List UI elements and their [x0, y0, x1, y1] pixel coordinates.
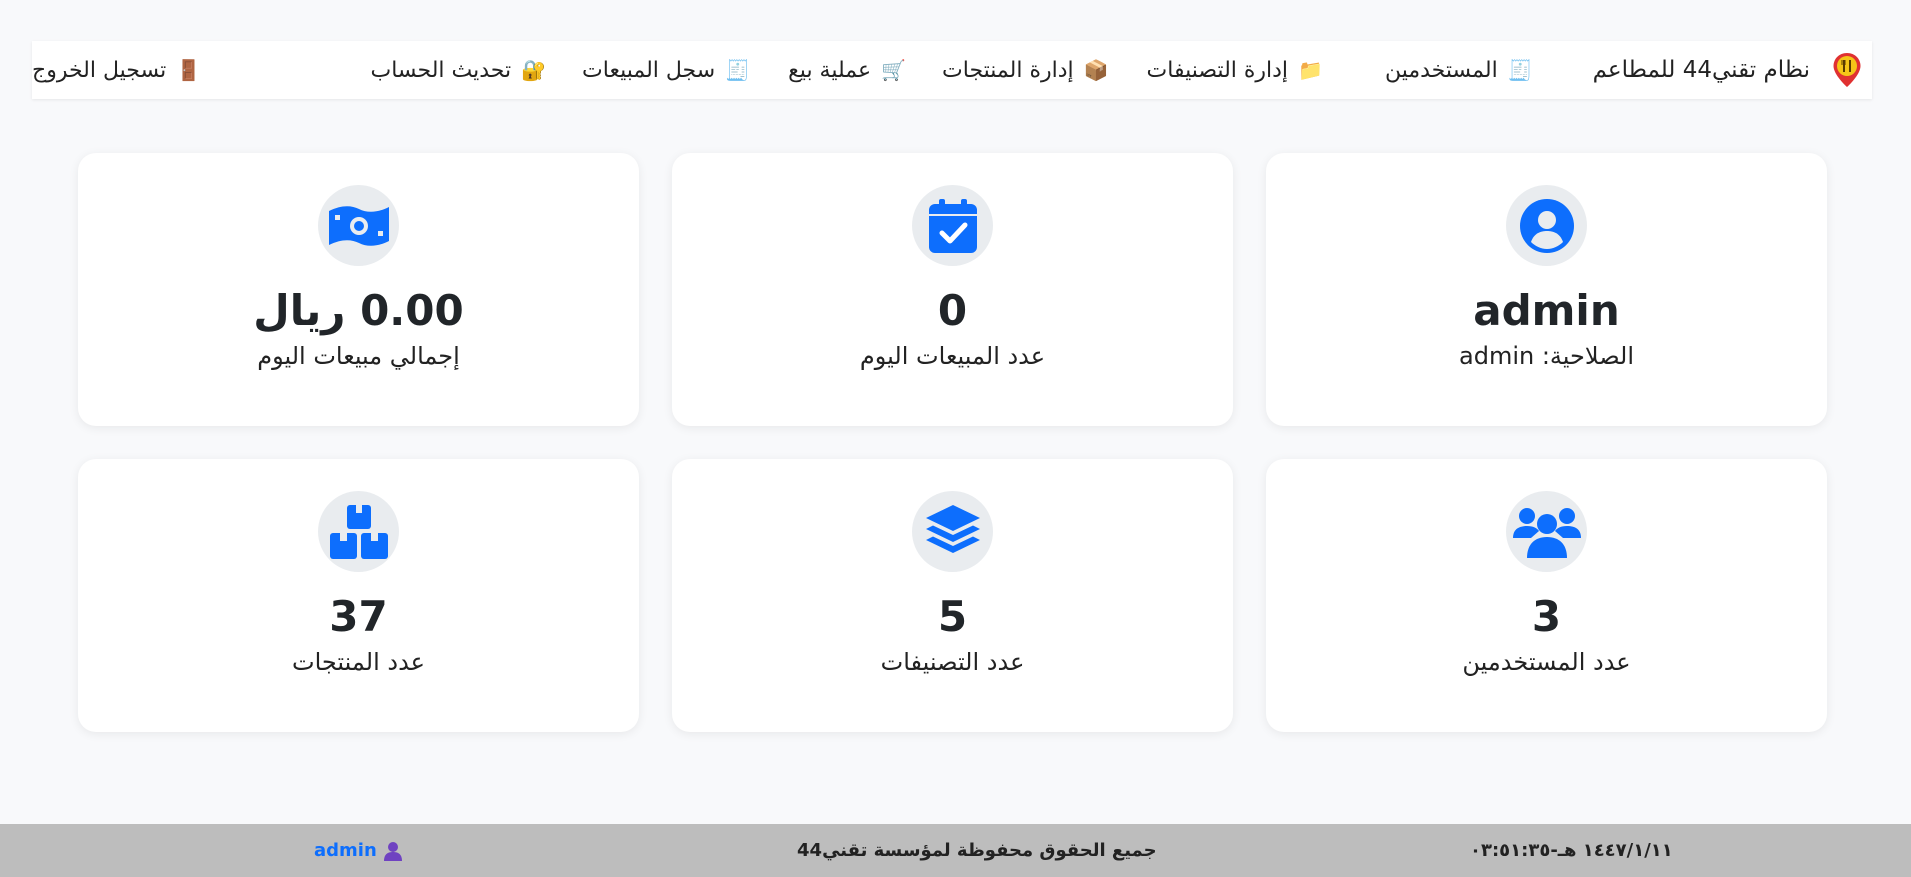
nav-logout[interactable]: 🚪 تسجيل الخروج: [32, 58, 201, 83]
footer-user[interactable]: admin: [314, 840, 403, 861]
nav-products-label: إدارة المنتجات: [942, 57, 1074, 83]
nav-update-account-label: تحديث الحساب: [370, 57, 512, 83]
package-icon: 📦: [1083, 58, 1109, 82]
sales-total-label: إجمالي مبيعات اليوم: [257, 342, 460, 371]
sales-total-value: 0.00 ريال: [253, 286, 464, 335]
footer: ١٤٤٧/١/١١ هـ-٠٣:٥١:٣٥ جميع الحقوق محفوظة…: [0, 824, 1911, 877]
nav-menu: 🧾 المستخدمين 📁 إدارة التصنيفات 📦 إدارة ا…: [32, 58, 1533, 83]
calendar-check-icon-wrap: [912, 185, 993, 266]
categories-count-value: 5: [937, 592, 968, 641]
nav-sales-log-label: سجل المبيعات: [582, 57, 716, 83]
footer-username: admin: [314, 840, 377, 861]
products-count-value: 37: [329, 592, 388, 641]
sales-count-card: 0 عدد المبيعات اليوم: [672, 153, 1233, 426]
nav-sale-label: عملية بيع: [788, 57, 872, 83]
boxes-icon-wrap: [318, 491, 399, 572]
sales-count-label: عدد المبيعات اليوم: [859, 342, 1046, 371]
brand-title: نظام تقني44 للمطاعم: [1592, 57, 1810, 83]
receipt-icon: 🧾: [1507, 58, 1533, 82]
stats-grid: admin الصلاحية: admin 0 عدد المبيعات الي…: [77, 153, 1827, 732]
footer-copyright: جميع الحقوق محفوظة لمؤسسة تقني44: [797, 840, 1157, 861]
receipt-icon: 🧾: [725, 58, 751, 82]
nav-categories-label: إدارة التصنيفات: [1146, 57, 1289, 83]
nav-users-label: المستخدمين: [1384, 57, 1498, 83]
nav-sale[interactable]: 🛒 عملية بيع: [788, 58, 906, 83]
top-navbar: نظام تقني44 للمطاعم 🧾 المستخدمين 📁 إدارة…: [32, 41, 1872, 99]
users-count-label: عدد المستخدمين: [1462, 648, 1631, 677]
users-count-card: 3 عدد المستخدمين: [1266, 459, 1827, 732]
user-icon: [383, 841, 402, 861]
users-count-value: 3: [1531, 592, 1562, 641]
categories-count-label: عدد التصنيفات: [880, 648, 1025, 677]
cart-icon: 🛒: [881, 58, 907, 82]
restaurant-pin-icon: [1832, 52, 1862, 88]
boxes-icon: [329, 504, 388, 559]
door-icon: 🚪: [176, 58, 202, 82]
lock-icon: 🔐: [521, 58, 547, 82]
calendar-check-icon: [928, 198, 977, 253]
role-label: الصلاحية: admin: [1459, 342, 1634, 371]
money-bill-icon-wrap: [318, 185, 399, 266]
brand[interactable]: نظام تقني44 للمطاعم: [1593, 52, 1862, 88]
username-value: admin: [1473, 286, 1620, 335]
nav-products[interactable]: 📦 إدارة المنتجات: [942, 58, 1109, 83]
nav-users[interactable]: 🧾 المستخدمين: [1385, 58, 1533, 83]
user-card: admin الصلاحية: admin: [1266, 153, 1827, 426]
nav-update-account[interactable]: 🔐 تحديث الحساب: [370, 58, 546, 83]
users-icon-wrap: [1506, 491, 1587, 572]
money-bill-icon: [328, 205, 389, 246]
folder-icon: 📁: [1298, 58, 1323, 82]
layers-icon: [925, 504, 980, 553]
user-circle-icon: [1519, 198, 1574, 253]
sales-count-value: 0: [937, 286, 968, 335]
nav-logout-label: تسجيل الخروج: [32, 57, 167, 83]
layers-icon-wrap: [912, 491, 993, 572]
nav-sales-log[interactable]: 🧾 سجل المبيعات: [582, 58, 750, 83]
nav-categories[interactable]: 📁 إدارة التصنيفات: [1147, 58, 1323, 83]
products-count-label: عدد المنتجات: [292, 648, 425, 677]
products-count-card: 37 عدد المنتجات: [78, 459, 639, 732]
footer-datetime: ١٤٤٧/١/١١ هـ-٠٣:٥١:٣٥: [1470, 840, 1673, 861]
user-circle-icon-wrap: [1506, 185, 1587, 266]
users-icon: [1512, 507, 1581, 558]
sales-total-card: 0.00 ريال إجمالي مبيعات اليوم: [78, 153, 639, 426]
categories-count-card: 5 عدد التصنيفات: [672, 459, 1233, 732]
